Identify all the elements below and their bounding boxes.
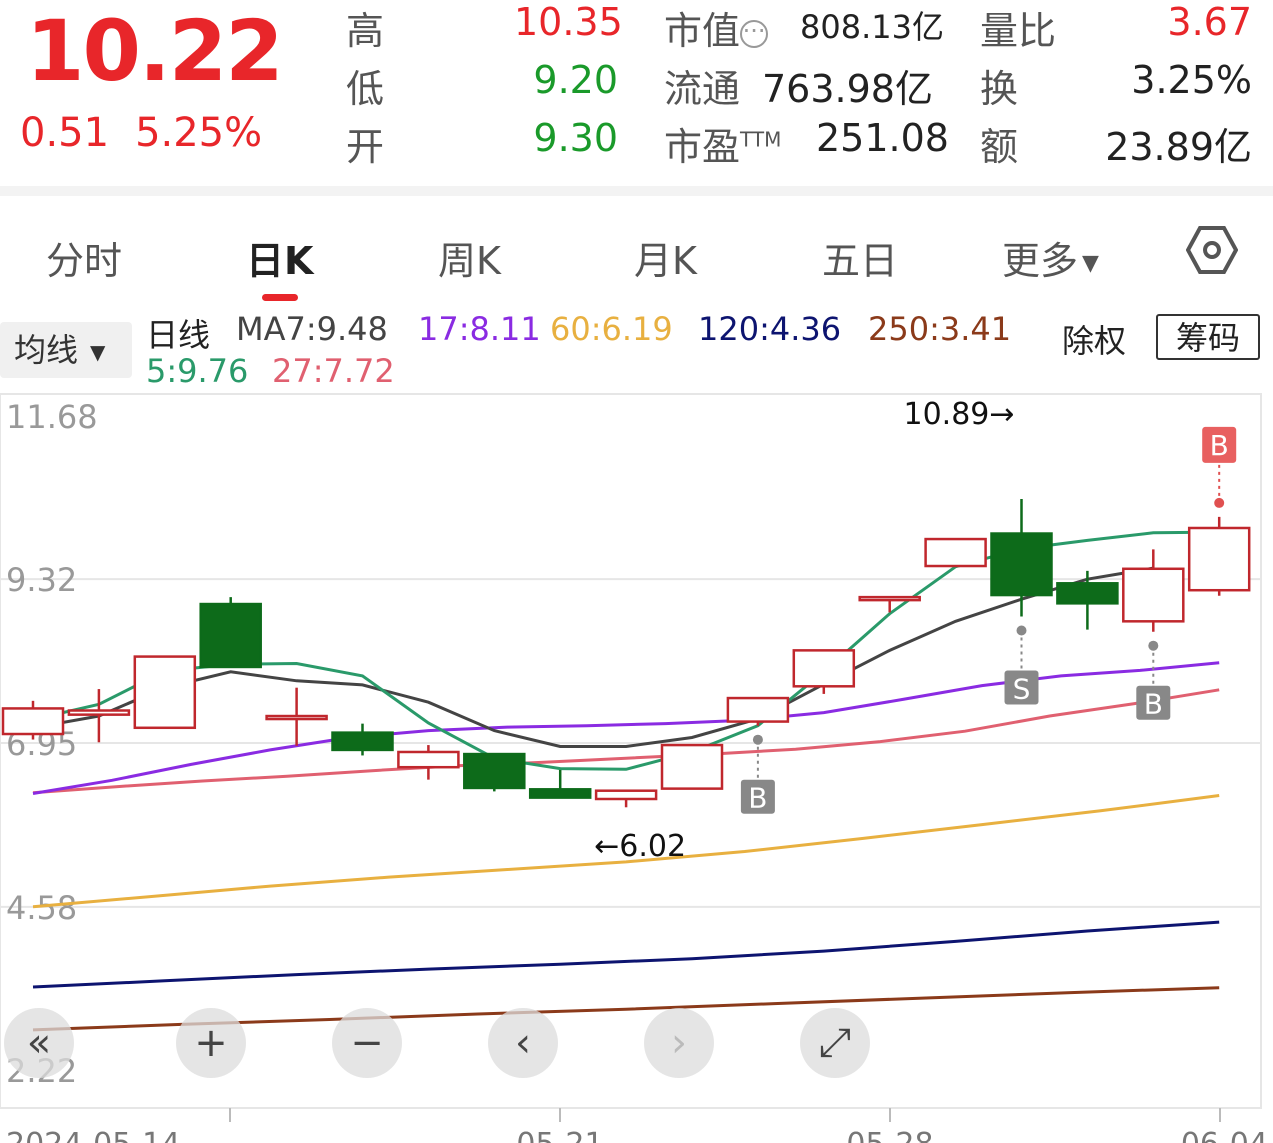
y-tick-label: 9.32 bbox=[6, 561, 77, 599]
marker-label: B bbox=[1210, 429, 1229, 462]
marker-label: B bbox=[748, 782, 767, 815]
candle-up bbox=[858, 595, 921, 602]
ma17-line bbox=[32, 661, 1220, 795]
candle-down bbox=[199, 602, 262, 669]
candle-up bbox=[265, 714, 328, 721]
zoom-in-icon[interactable]: + bbox=[176, 1008, 246, 1078]
marker-label: S bbox=[1013, 672, 1031, 705]
candle-down bbox=[990, 532, 1053, 597]
kline-chart[interactable]: 11.689.326.954.582.22BSBB10.89→←6.022024… bbox=[0, 0, 1273, 1143]
candle-up bbox=[133, 655, 197, 730]
collapse-icon[interactable]: « bbox=[4, 1008, 74, 1078]
max-price-label: 10.89→ bbox=[904, 397, 1015, 432]
candle-up bbox=[67, 709, 131, 716]
candle-up bbox=[792, 649, 856, 688]
min-price-label: ←6.02 bbox=[594, 829, 686, 864]
candle-up bbox=[1187, 526, 1251, 592]
ma120-line bbox=[32, 920, 1220, 989]
zoom-out-icon[interactable]: − bbox=[332, 1008, 402, 1078]
fullscreen-icon[interactable]: ⤢ bbox=[800, 1008, 870, 1078]
y-tick-label: 11.68 bbox=[6, 398, 98, 436]
candle-down bbox=[331, 731, 394, 752]
x-tick-label: 2024-05-14 bbox=[6, 1127, 180, 1143]
candle-up bbox=[594, 789, 658, 801]
y-tick-label: 4.58 bbox=[6, 889, 77, 927]
candle-up bbox=[397, 750, 460, 769]
candle-down bbox=[463, 752, 526, 790]
x-tick-label: 05-28 bbox=[846, 1127, 933, 1143]
ma27-line bbox=[32, 688, 1220, 795]
candle-up bbox=[726, 696, 790, 723]
scroll-left-icon[interactable]: ‹ bbox=[488, 1008, 558, 1078]
candle-up bbox=[1, 707, 65, 736]
candle-up bbox=[924, 537, 987, 568]
candle-down bbox=[528, 788, 592, 799]
candle-up bbox=[660, 743, 724, 790]
scroll-right-icon[interactable]: › bbox=[644, 1008, 714, 1078]
candle-up bbox=[1122, 567, 1185, 623]
candle-down bbox=[1056, 582, 1119, 605]
x-tick-label: 05-21 bbox=[516, 1127, 603, 1143]
marker-label: B bbox=[1144, 688, 1163, 721]
chart-frame bbox=[0, 393, 1262, 1109]
x-tick-label: 06-04 bbox=[1181, 1127, 1268, 1143]
